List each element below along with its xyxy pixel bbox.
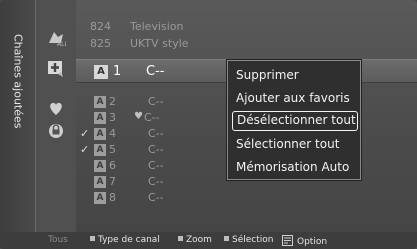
check-icon: ✓: [80, 127, 90, 140]
lock-icon[interactable]: [46, 120, 66, 140]
button-square-icon: [90, 236, 95, 241]
check-icon: ✓: [80, 143, 90, 156]
sidebar-tab[interactable]: Chaînes ajoutées: [0, 0, 36, 232]
channel-number: 1: [113, 64, 122, 79]
analog-badge: A: [94, 128, 106, 140]
button-square-icon: [224, 236, 229, 241]
hint-option[interactable]: Option: [282, 235, 327, 247]
channel-name: C--: [148, 143, 164, 156]
channel-number: 824: [90, 20, 111, 33]
menu-item-deselect-all[interactable]: Désélectionner tout: [232, 111, 358, 131]
footer-filter-label[interactable]: Tous: [48, 235, 68, 245]
hint-channel-type[interactable]: Type de canal: [90, 235, 160, 245]
context-menu: Supprimer Ajouter aux favoris Désélectio…: [227, 60, 361, 180]
channel-number: 6: [109, 159, 116, 172]
sidebar-tab-label: Chaînes ajoutées: [11, 34, 25, 129]
analog-badge: A: [94, 96, 106, 108]
channel-name: C--: [148, 159, 164, 172]
add-channel-icon[interactable]: [46, 58, 66, 78]
favorite-heart-icon: ♥: [134, 111, 143, 122]
channel-name: C--: [148, 175, 164, 188]
channel-number: 8: [109, 191, 116, 204]
channel-name: UKTV style: [130, 37, 189, 50]
hint-zoom[interactable]: Zoom: [178, 235, 212, 245]
channel-name: C--: [148, 127, 164, 140]
menu-item-select-all[interactable]: Sélectionner tout: [232, 134, 358, 154]
button-square-icon: [178, 236, 183, 241]
channel-number: 825: [90, 37, 111, 50]
channel-name: C--: [146, 64, 165, 79]
all-channels-icon[interactable]: ALL: [46, 28, 66, 48]
analog-badge: A: [94, 112, 106, 124]
channel-number: 2: [109, 95, 116, 108]
footer-bar: Tous Type de canal Zoom Sélection Option: [0, 232, 417, 249]
analog-badge: A: [94, 160, 106, 172]
menu-item-delete[interactable]: Supprimer: [232, 65, 358, 85]
channel-manager-screen: Chaînes ajoutées ALL 824 Television 825 …: [0, 0, 417, 249]
channel-number: 7: [109, 175, 116, 188]
analog-badge: A: [94, 144, 106, 156]
icon-column: ALL: [36, 0, 76, 232]
menu-item-add-favorites[interactable]: Ajouter aux favoris: [232, 88, 358, 108]
channel-name: Television: [130, 20, 184, 33]
analog-badge: A: [94, 176, 106, 188]
channel-name: C--: [148, 95, 164, 108]
channel-number: 5: [109, 143, 116, 156]
menu-item-auto-store[interactable]: Mémorisation Auto: [232, 157, 358, 177]
channel-name: C--: [148, 191, 164, 204]
channel-number: 4: [109, 127, 116, 140]
analog-badge: A: [94, 65, 108, 79]
channel-name: C--: [144, 111, 160, 124]
analog-badge: A: [94, 192, 106, 204]
heart-icon[interactable]: [46, 98, 66, 118]
hint-select[interactable]: Sélection: [224, 235, 273, 245]
svg-text:ALL: ALL: [57, 41, 66, 48]
channel-number: 3: [109, 111, 116, 124]
tools-icon: [282, 235, 293, 246]
